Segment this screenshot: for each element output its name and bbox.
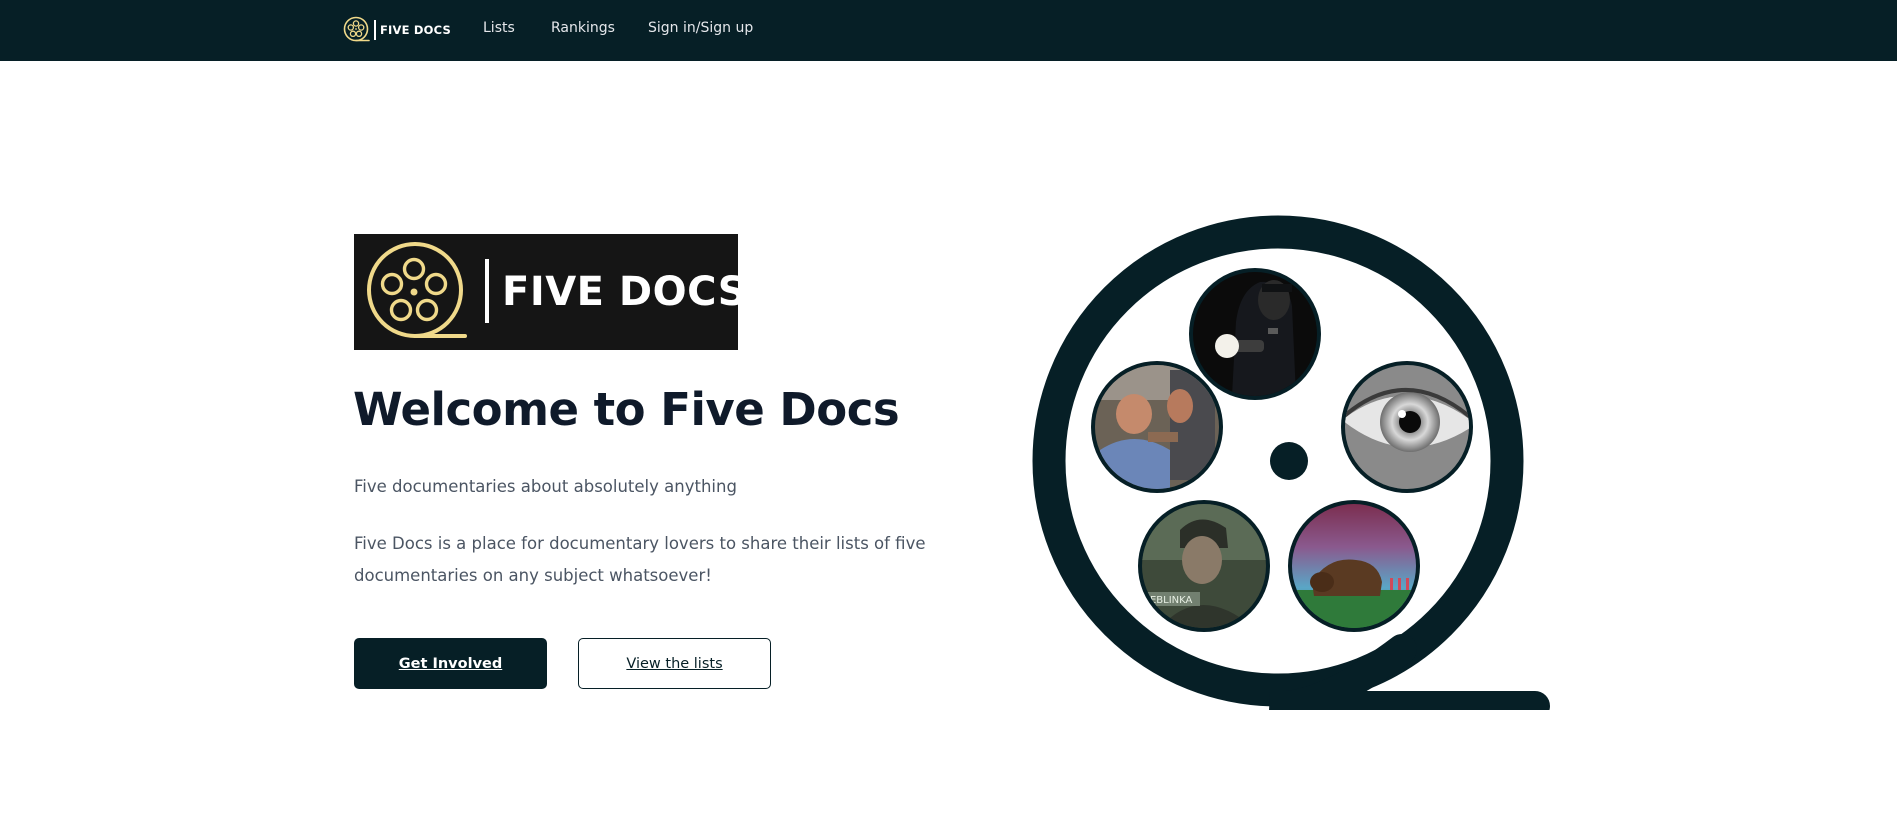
film-reel-icon (343, 16, 370, 42)
brand-logo-link[interactable]: FIVE DOCS (343, 14, 451, 46)
film-still-workers (1091, 361, 1223, 493)
brand-text: FIVE DOCS (380, 23, 451, 37)
hero-tagline: Five documentaries about absolutely anyt… (354, 477, 737, 496)
logo-wordmark: FIVE DOCS (502, 269, 748, 315)
hero-description: Five Docs is a place for documentary lov… (354, 534, 926, 585)
view-lists-button[interactable]: View the lists (578, 638, 771, 689)
film-still-treblinka: REBLINKA (1138, 500, 1270, 632)
film-reel-icon (367, 242, 467, 338)
hero-logo-banner: FIVE DOCS (354, 234, 747, 350)
get-involved-button[interactable]: Get Involved (354, 638, 547, 689)
film-still-police-flashlight (1189, 268, 1321, 400)
reel-hub (1270, 442, 1308, 480)
nav-link-lists[interactable]: Lists (483, 20, 515, 36)
brand-divider (374, 20, 376, 40)
film-reel-illustration: REBLINKA (1030, 210, 1550, 710)
navbar: FIVE DOCS Lists Rankings Sign in/Sign up (0, 0, 1897, 61)
page-title: Welcome to Five Docs (353, 383, 900, 436)
logo-divider (485, 259, 489, 323)
nav-link-sign-in[interactable]: Sign in/Sign up (648, 20, 753, 36)
nav-link-rankings[interactable]: Rankings (551, 20, 615, 36)
film-still-bison (1288, 500, 1420, 632)
film-still-eye (1341, 361, 1473, 493)
